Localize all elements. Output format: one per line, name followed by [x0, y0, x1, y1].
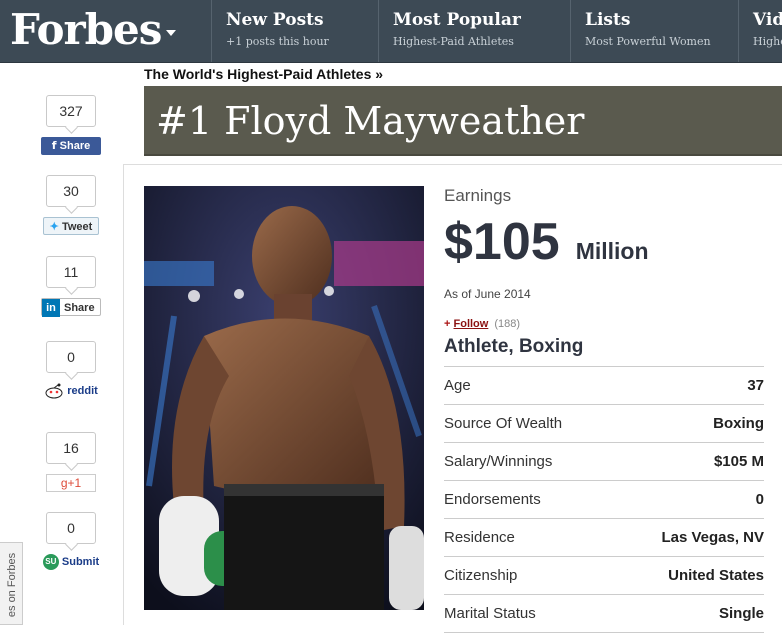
fact-label: Marital Status — [444, 605, 536, 622]
reddit-button[interactable]: reddit — [40, 383, 102, 399]
facebook-icon: f — [51, 139, 57, 152]
nav-title: Vid — [753, 10, 782, 30]
profile-panel: Earnings $105 Million As of June 2014 + F… — [444, 186, 764, 633]
follow-button[interactable]: + Follow (188) — [444, 318, 764, 330]
fact-row-marital: Marital Status Single — [444, 595, 764, 633]
facebook-share-label: Share — [59, 140, 91, 152]
stumbleupon-count: 0 — [46, 512, 96, 544]
fact-label: Endorsements — [444, 491, 541, 508]
stumbleupon-button[interactable]: SU Submit — [40, 554, 102, 570]
reddit-share: 0 reddit — [40, 341, 102, 399]
nav-subtitle: Highest-Paid Athletes — [393, 35, 514, 48]
twitter-bird-icon: ✦ — [49, 221, 59, 233]
fact-label: Citizenship — [444, 567, 518, 584]
facebook-share-button[interactable]: f Share — [41, 137, 101, 155]
fact-value: 37 — [747, 377, 764, 394]
fact-row-endorsements: Endorsements 0 — [444, 481, 764, 519]
nav-lists[interactable]: Lists Most Powerful Women — [570, 0, 738, 62]
gplus-share: 16 g+1 — [40, 432, 102, 492]
fact-row-residence: Residence Las Vegas, NV — [444, 519, 764, 557]
fact-value: Single — [718, 605, 764, 622]
side-tab[interactable]: es on Forbes — [0, 542, 23, 625]
earnings-date: As of June 2014 — [444, 287, 531, 301]
twitter-share: 30 ✦ Tweet — [40, 175, 102, 235]
nav-most-popular[interactable]: Most Popular Highest-Paid Athletes — [378, 0, 570, 62]
chevron-down-icon[interactable] — [166, 30, 176, 36]
nav-subtitle: +1 posts this hour — [226, 35, 329, 48]
linkedin-share-label: Share — [64, 302, 95, 314]
fact-label: Salary/Winnings — [444, 453, 553, 470]
gplus-button[interactable]: g+1 — [46, 474, 96, 492]
title-bar: #1 Floyd Mayweather — [144, 86, 782, 156]
reddit-alien-icon — [45, 383, 63, 399]
earnings-amount: $105 Million — [444, 210, 764, 283]
fact-value: 0 — [755, 491, 764, 508]
fact-value: United States — [668, 567, 764, 584]
earnings-unit: Million — [575, 238, 649, 264]
plus-icon: + — [444, 318, 451, 330]
breadcrumb[interactable]: The World's Highest-Paid Athletes » — [144, 66, 383, 82]
nav-video[interactable]: Vid Highe — [738, 0, 782, 62]
linkedin-icon: in — [42, 299, 60, 317]
share-count: 327 — [46, 95, 96, 127]
nav-title: Lists — [585, 10, 631, 30]
nav-title: New Posts — [226, 10, 324, 30]
stumbleupon-share: 0 SU Submit — [40, 512, 102, 570]
stumbleupon-label: Submit — [61, 555, 100, 568]
gplus-count: 16 — [46, 432, 96, 464]
fact-row-age: Age 37 — [444, 367, 764, 405]
fact-row-citizenship: Citizenship United States — [444, 557, 764, 595]
linkedin-share-button[interactable]: in Share — [41, 298, 101, 317]
fact-value: Las Vegas, NV — [661, 529, 764, 546]
athlete-photo — [144, 186, 424, 610]
top-nav: Forbes New Posts +1 posts this hour Most… — [0, 0, 782, 63]
linkedin-count: 11 — [46, 256, 96, 288]
nav-subtitle: Highe — [753, 35, 782, 48]
fact-label: Source Of Wealth — [444, 415, 563, 432]
fact-value: $105 M — [713, 453, 764, 470]
stumbleupon-icon: SU — [42, 554, 59, 570]
page-title: #1 Floyd Mayweather — [156, 99, 585, 143]
reddit-count: 0 — [46, 341, 96, 373]
fact-row-source: Source Of Wealth Boxing — [444, 405, 764, 443]
tweet-button[interactable]: ✦ Tweet — [43, 217, 99, 235]
follow-link[interactable]: Follow — [454, 318, 489, 330]
fact-label: Residence — [444, 529, 515, 546]
fact-row-salary: Salary/Winnings $105 M — [444, 443, 764, 481]
tweet-count: 30 — [46, 175, 96, 207]
profile-category: Athlete, Boxing — [444, 336, 764, 367]
linkedin-share: 11 in Share — [40, 256, 102, 317]
boxer-image — [144, 186, 424, 610]
side-tab-label: es on Forbes — [6, 552, 18, 618]
divider — [123, 165, 124, 625]
nav-title: Most Popular — [393, 10, 521, 30]
tweet-label: Tweet — [61, 221, 93, 233]
earnings-value: $105 — [444, 213, 560, 271]
nav-new-posts[interactable]: New Posts +1 posts this hour — [211, 0, 378, 62]
fact-label: Age — [444, 377, 471, 394]
fact-value: Boxing — [713, 415, 764, 432]
reddit-label: reddit — [67, 384, 98, 397]
forbes-logo[interactable]: Forbes — [10, 4, 162, 56]
follower-count: (188) — [494, 318, 521, 330]
facebook-share: 327 f Share — [40, 95, 102, 155]
nav-subtitle: Most Powerful Women — [585, 35, 711, 48]
divider — [123, 164, 782, 165]
earnings-label: Earnings — [444, 186, 512, 205]
